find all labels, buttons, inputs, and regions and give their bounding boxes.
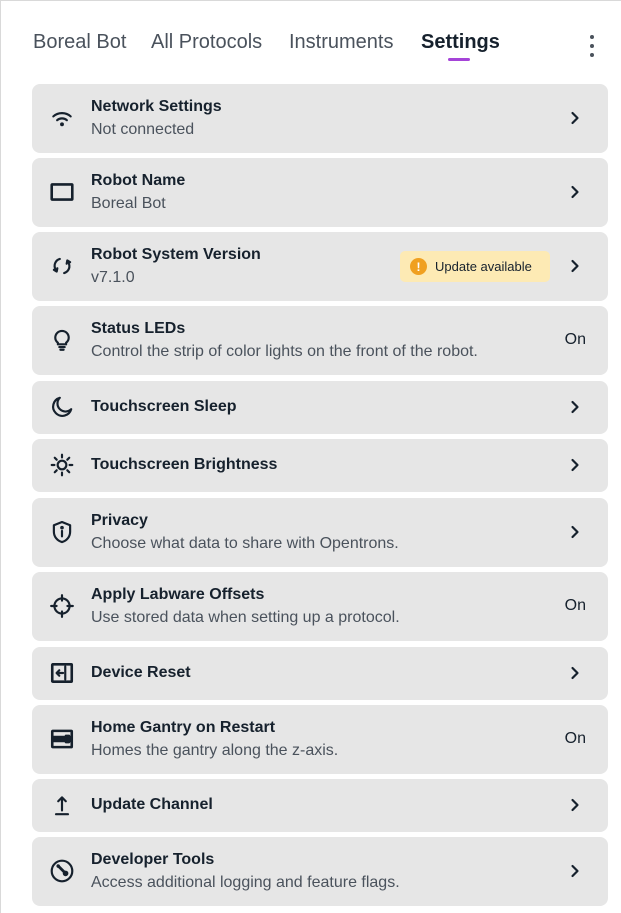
alert-circle-icon: !: [410, 258, 427, 275]
setting-title: Status LEDs: [91, 320, 186, 337]
chevron-right-icon[interactable]: [568, 111, 582, 125]
setting-update-channel[interactable]: Update Channel: [32, 779, 608, 832]
chevron-right-icon[interactable]: [568, 185, 582, 199]
monitor-icon: [48, 178, 76, 206]
chevron-right-icon[interactable]: [568, 458, 582, 472]
setting-title: Touchscreen Brightness: [91, 456, 278, 473]
active-tab-indicator: [448, 58, 470, 61]
setting-title: Network Settings: [91, 98, 222, 115]
setting-subtitle: Control the strip of color lights on the…: [91, 343, 478, 360]
moon-icon: [48, 393, 76, 421]
setting-privacy[interactable]: Privacy Choose what data to share with O…: [32, 498, 608, 567]
tab-settings[interactable]: Settings: [421, 31, 500, 54]
refresh-icon: [48, 252, 76, 280]
setting-title: Robot Name: [91, 172, 186, 189]
update-available-badge: ! Update available: [400, 251, 550, 282]
setting-network[interactable]: Network Settings Not connected: [32, 84, 608, 153]
setting-status-leds[interactable]: Status LEDs Control the strip of color l…: [32, 306, 608, 375]
setting-title: Device Reset: [91, 664, 191, 681]
setting-subtitle: Access additional logging and feature fl…: [91, 874, 400, 891]
wrench-icon: [48, 857, 76, 885]
badge-label: Update available: [435, 259, 532, 274]
setting-device-reset[interactable]: Device Reset: [32, 647, 608, 700]
device-reset-icon: [48, 659, 76, 687]
setting-subtitle: Not connected: [91, 121, 195, 138]
tab-instruments[interactable]: Instruments: [289, 31, 393, 54]
setting-labware-offsets[interactable]: Apply Labware Offsets Use stored data wh…: [32, 572, 608, 641]
setting-subtitle: Use stored data when setting up a protoc…: [91, 609, 400, 626]
chevron-right-icon[interactable]: [568, 259, 582, 273]
setting-title: Developer Tools: [91, 851, 215, 868]
upload-icon: [48, 791, 76, 819]
tab-robot-name[interactable]: Boreal Bot: [33, 31, 126, 54]
settings-screen: Boreal Bot All Protocols Instruments Set…: [0, 0, 621, 913]
setting-developer-tools[interactable]: Developer Tools Access additional loggin…: [32, 837, 608, 906]
more-vertical-icon[interactable]: [577, 29, 607, 63]
setting-title: Privacy: [91, 512, 148, 529]
crosshair-icon: [48, 592, 76, 620]
setting-touchscreen-sleep[interactable]: Touchscreen Sleep: [32, 381, 608, 434]
gantry-icon: [48, 725, 76, 753]
setting-subtitle: Homes the gantry along the z-axis.: [91, 742, 339, 759]
setting-title: Apply Labware Offsets: [91, 586, 265, 603]
wifi-icon: [48, 104, 76, 132]
chevron-right-icon[interactable]: [568, 400, 582, 414]
setting-system-version[interactable]: Robot System Version v7.1.0 ! Update ava…: [32, 232, 608, 301]
setting-robot-name[interactable]: Robot Name Boreal Bot: [32, 158, 608, 227]
setting-home-gantry[interactable]: Home Gantry on Restart Homes the gantry …: [32, 705, 608, 774]
shield-info-icon: [48, 518, 76, 546]
tab-all-protocols[interactable]: All Protocols: [151, 31, 262, 54]
setting-title: Touchscreen Sleep: [91, 398, 237, 415]
setting-subtitle: Choose what data to share with Opentrons…: [91, 535, 399, 552]
setting-state[interactable]: On: [565, 597, 586, 615]
sun-icon: [48, 451, 76, 479]
setting-title: Update Channel: [91, 796, 213, 813]
chevron-right-icon[interactable]: [568, 798, 582, 812]
setting-title: Home Gantry on Restart: [91, 719, 276, 736]
setting-touchscreen-brightness[interactable]: Touchscreen Brightness: [32, 439, 608, 492]
setting-state[interactable]: On: [565, 331, 586, 349]
chevron-right-icon[interactable]: [568, 666, 582, 680]
chevron-right-icon[interactable]: [568, 864, 582, 878]
tab-bar: Boreal Bot All Protocols Instruments Set…: [33, 29, 601, 69]
setting-state[interactable]: On: [565, 730, 586, 748]
chevron-right-icon[interactable]: [568, 525, 582, 539]
light-bulb-icon: [48, 326, 76, 354]
setting-subtitle: Boreal Bot: [91, 195, 166, 212]
